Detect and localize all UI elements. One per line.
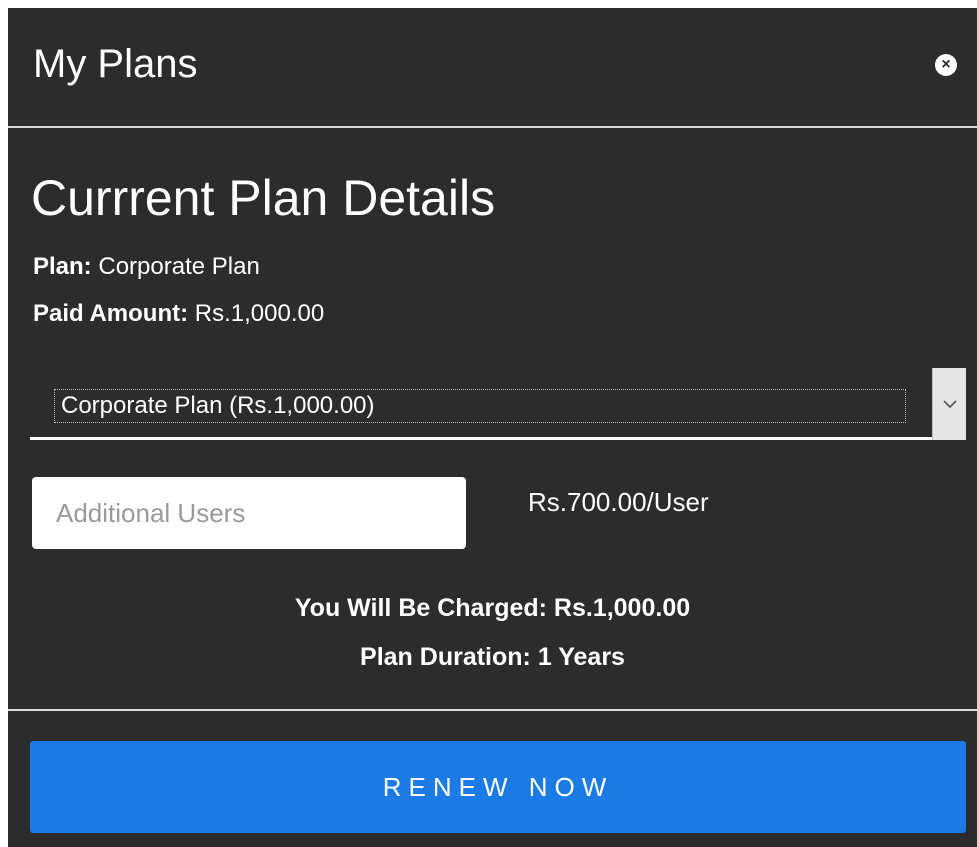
plan-select[interactable]: Corporate Plan (Rs.1,000.00) xyxy=(30,368,966,440)
modal-title: My Plans xyxy=(33,42,198,86)
plan-duration: Plan Duration: 1 Years xyxy=(360,643,625,671)
additional-users-input[interactable] xyxy=(32,477,466,549)
chevron-down-icon[interactable] xyxy=(932,368,966,440)
plan-info: Plan: Corporate Plan xyxy=(33,252,260,282)
plan-label: Plan: xyxy=(33,253,92,280)
price-per-user: Rs.700.00/User xyxy=(528,487,709,517)
current-plan-heading: Currrent Plan Details xyxy=(31,170,496,226)
footer-divider xyxy=(8,709,977,711)
paid-amount-value: Rs.1,000.00 xyxy=(194,300,325,327)
plan-value: Corporate Plan xyxy=(98,253,260,280)
renew-now-button[interactable]: RENEW NOW xyxy=(30,741,966,833)
charge-summary: You Will Be Charged: Rs.1,000.00 xyxy=(294,594,691,622)
close-icon[interactable]: × xyxy=(935,54,957,76)
paid-amount-label: Paid Amount: xyxy=(33,300,189,327)
paid-amount-info: Paid Amount: Rs.1,000.00 xyxy=(33,299,324,329)
plan-select-value[interactable]: Corporate Plan (Rs.1,000.00) xyxy=(54,389,906,423)
modal-header: My Plans × xyxy=(8,8,977,128)
my-plans-modal: My Plans × Currrent Plan Details Plan: C… xyxy=(8,8,977,847)
